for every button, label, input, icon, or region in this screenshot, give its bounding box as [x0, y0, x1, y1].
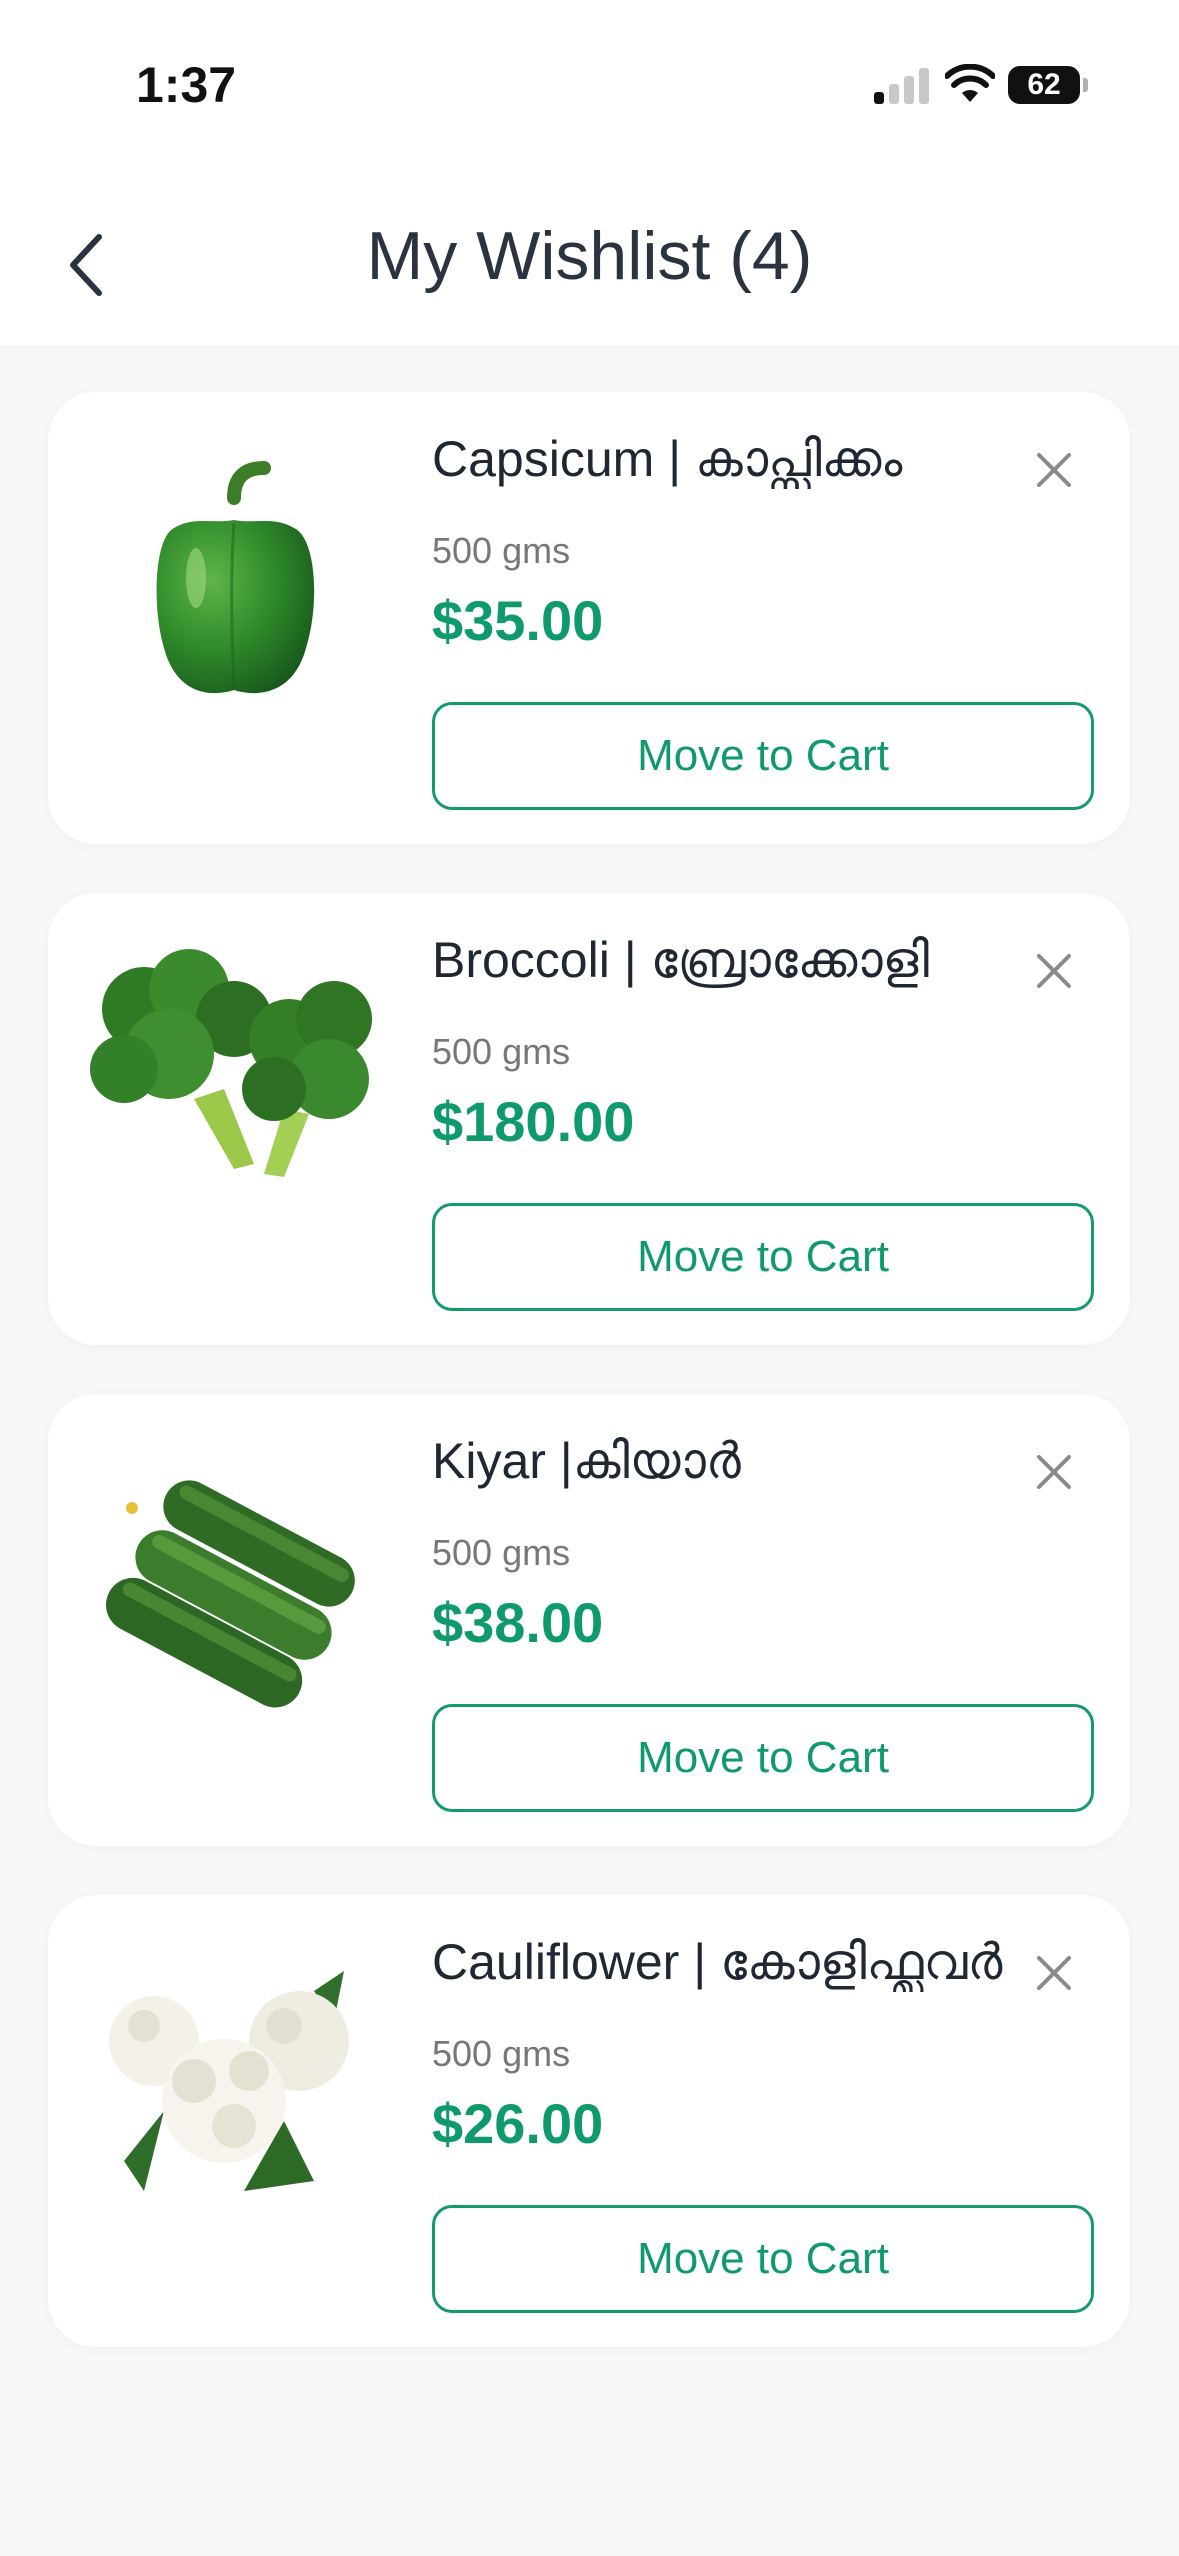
cellular-signal-icon	[874, 68, 929, 104]
item-quantity: 500 gms	[432, 2033, 571, 2074]
wifi-icon	[945, 64, 995, 102]
wishlist-item: Cauliflower | കോളിഫ്ലവർ 500 gms $26.00 M…	[48, 1895, 1130, 2347]
cucumber-image	[106, 1480, 355, 1708]
page-title: My Wishlist (4)	[366, 218, 813, 294]
move-to-cart-button[interactable]: Move to Cart	[432, 1203, 1094, 1311]
close-icon	[1037, 954, 1071, 988]
broccoli-image	[90, 949, 372, 1177]
capsicum-image	[156, 461, 315, 694]
move-to-cart-button[interactable]: Move to Cart	[432, 702, 1094, 810]
item-name: Broccoli | ബ്രോക്കോളി	[432, 932, 930, 988]
move-to-cart-button[interactable]: Move to Cart	[432, 1704, 1094, 1812]
status-bar: 1:37 62	[0, 0, 1179, 175]
item-price: $35.00	[432, 589, 604, 652]
battery-level: 62	[1027, 68, 1061, 101]
item-name: Cauliflower | കോളിഫ്ലവർ	[432, 1934, 1003, 1990]
item-name: Kiyar |കിയാർ	[432, 1433, 741, 1489]
item-quantity: 500 gms	[432, 530, 571, 571]
header: My Wishlist (4)	[0, 175, 1179, 345]
item-price: $180.00	[432, 1090, 635, 1153]
remove-item-button[interactable]	[1024, 440, 1084, 500]
move-to-cart-button[interactable]: Move to Cart	[432, 2205, 1094, 2313]
close-icon	[1037, 453, 1071, 487]
item-name: Capsicum | കാപ്സിക്കം	[432, 431, 903, 487]
wishlist: Capsicum | കാപ്സിക്കം 500 gms $35.00 Mov…	[48, 392, 1130, 2396]
close-icon	[1037, 1455, 1071, 1489]
item-price: $26.00	[432, 2092, 604, 2155]
remove-item-button[interactable]	[1024, 1943, 1084, 2003]
item-quantity: 500 gms	[432, 1031, 571, 1072]
status-time: 1:37	[136, 57, 237, 113]
battery-tip	[1083, 78, 1088, 92]
cauliflower-image	[109, 1971, 349, 2191]
item-price: $38.00	[432, 1591, 604, 1654]
wishlist-item: Capsicum | കാപ്സിക്കം 500 gms $35.00 Mov…	[48, 392, 1130, 844]
wishlist-item: Broccoli | ബ്രോക്കോളി 500 gms $180.00 Mo…	[48, 893, 1130, 1345]
wishlist-item: Kiyar |കിയാർ 500 gms $38.00 Move to Cart	[48, 1394, 1130, 1846]
remove-item-button[interactable]	[1024, 1442, 1084, 1502]
item-quantity: 500 gms	[432, 1532, 571, 1573]
close-icon	[1037, 1956, 1071, 1990]
remove-item-button[interactable]	[1024, 941, 1084, 1001]
battery-icon: 62	[1008, 66, 1080, 104]
